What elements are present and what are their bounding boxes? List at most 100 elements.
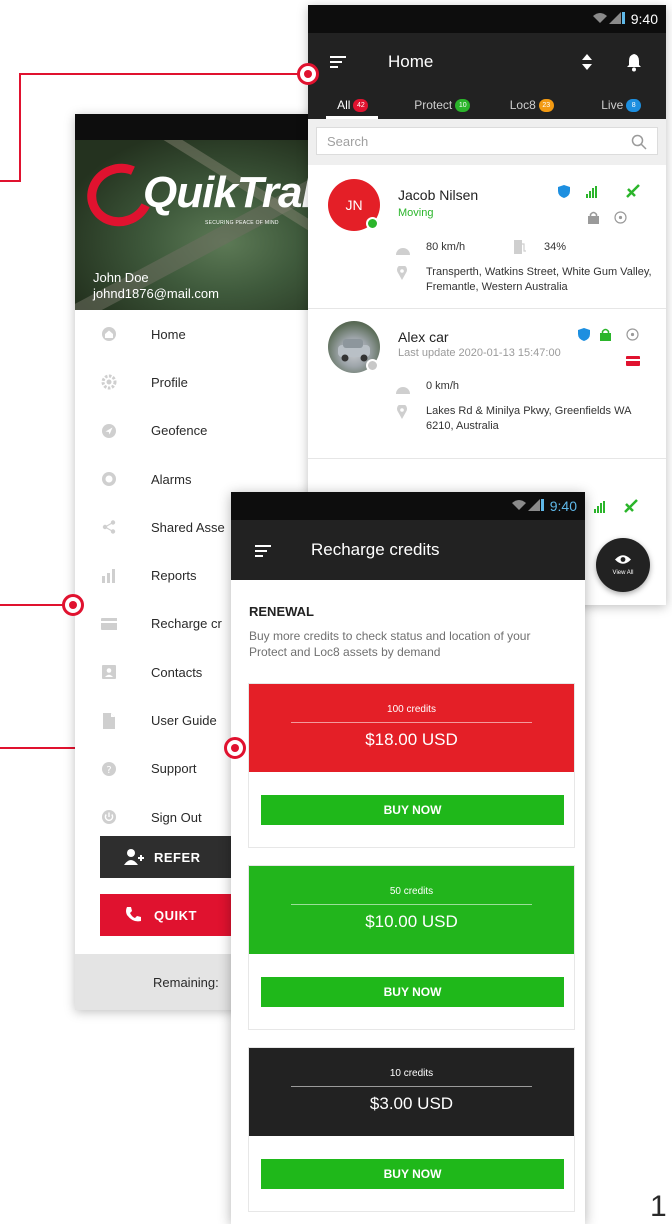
package-credits: 50 credits — [389, 886, 434, 897]
remaining-label: Remaining: — [153, 974, 219, 990]
tab-loc8[interactable]: Loc8 23 — [487, 91, 577, 119]
search-input[interactable] — [327, 133, 607, 149]
menu-item-home[interactable]: Home — [75, 310, 325, 358]
drawer-header: QuikTrak SECURING PEACE OF MIND John Doe… — [75, 140, 325, 310]
location-pin-icon — [397, 264, 409, 280]
svg-text:?: ? — [106, 765, 111, 776]
menu-label: Alarms — [151, 471, 192, 487]
document-icon — [101, 712, 117, 729]
buy-now-button[interactable]: BUY NOW — [261, 1159, 564, 1189]
menu-label: Home — [151, 326, 186, 342]
asset-status: Moving — [398, 207, 434, 219]
buy-now-button[interactable]: BUY NOW — [261, 795, 564, 825]
bell-icon[interactable] — [626, 52, 642, 77]
package-price: $18.00 USD — [365, 730, 458, 749]
wifi-signal-icon — [591, 11, 625, 28]
connector-line — [0, 180, 20, 182]
menu-icon[interactable] — [255, 544, 271, 562]
connector-dot — [297, 63, 319, 85]
avatar-initials: JN — [345, 197, 363, 213]
section-description: Buy more credits to check status and loc… — [249, 629, 531, 659]
status-time: 9:40 — [549, 498, 577, 514]
tab-protect[interactable]: Protect 10 — [398, 91, 488, 119]
credit-package-card: 50 credits $10.00 USD BUY NOW — [248, 865, 575, 1030]
menu-label: Support — [151, 761, 197, 777]
menu-label: User Guide — [151, 713, 217, 729]
lock-icon — [588, 211, 600, 224]
list-item[interactable]: Alex car Last update 2020-01-13 15:47:00… — [308, 309, 666, 459]
shield-icon — [558, 185, 570, 198]
menu-label: Profile — [151, 374, 188, 390]
satellite-icon — [624, 499, 638, 513]
battery-value: 34% — [544, 241, 567, 253]
menu-icon[interactable] — [330, 55, 346, 73]
target-icon — [614, 211, 627, 224]
eye-icon — [615, 552, 631, 570]
status-bar — [75, 114, 325, 140]
menu-label: Geofence — [151, 423, 208, 439]
count-badge: 23 — [538, 98, 554, 112]
status-bar: 9:40 — [308, 5, 666, 33]
signal-icon — [594, 500, 606, 513]
tab-live[interactable]: Live 8 — [577, 91, 667, 119]
package-credits: 10 credits — [389, 1068, 434, 1079]
menu-item-profile[interactable]: Profile — [75, 358, 325, 406]
refer-label: REFER — [154, 849, 201, 865]
menu-item-geofence[interactable]: Geofence — [75, 407, 325, 455]
divider — [291, 1086, 532, 1087]
search-box — [316, 127, 658, 155]
divider — [291, 904, 532, 905]
menu-label: Recharge cr — [151, 616, 222, 632]
speed-value: 80 km/h — [426, 241, 466, 253]
connector-line — [19, 73, 21, 182]
page-title: Recharge credits — [311, 540, 440, 559]
online-status-dot — [366, 217, 379, 230]
search-icon[interactable] — [631, 134, 647, 155]
alarm-icon — [101, 471, 117, 487]
page-number: 1 — [650, 1190, 667, 1223]
credit-package-card: 100 credits $18.00 USD BUY NOW — [248, 683, 575, 848]
help-icon: ? — [101, 761, 117, 777]
page-title: Home — [388, 52, 434, 71]
location-pin-icon — [397, 403, 409, 419]
section-heading: RENEWAL — [249, 604, 314, 619]
logo-tagline: SECURING PEACE OF MIND — [205, 220, 279, 226]
tab-label: Live — [601, 98, 624, 112]
tab-label: Protect — [414, 98, 453, 112]
gear-icon — [101, 374, 117, 390]
menu-label: Sign Out — [151, 809, 202, 825]
credit-package-card: 10 credits $3.00 USD BUY NOW — [248, 1047, 575, 1212]
recharge-toolbar: Recharge credits — [231, 520, 585, 580]
logo-text: QuikTrak — [143, 168, 325, 217]
share-icon — [101, 519, 117, 535]
divider — [291, 722, 532, 723]
status-time: 9:40 — [630, 11, 658, 27]
tab-all[interactable]: All 42 — [308, 91, 398, 119]
asset-tabs: All 42 Protect 10 Loc8 23 Live 8 — [308, 91, 666, 119]
package-header: 50 credits $10.00 USD — [249, 866, 574, 954]
target-icon — [626, 328, 639, 341]
connector-line — [19, 73, 307, 75]
asset-address: Lakes Rd & Minilya Pkwy, Greenfields WA … — [426, 405, 631, 432]
asset-name: Alex car — [398, 329, 449, 345]
menu-label: Contacts — [151, 664, 203, 680]
status-bar: 9:40 — [231, 492, 585, 520]
home-icon — [101, 326, 117, 342]
signal-icon — [586, 185, 598, 198]
lock-icon — [600, 328, 612, 341]
active-tab-indicator — [326, 116, 378, 119]
sort-icon[interactable] — [580, 52, 594, 77]
asset-status: Last update 2020-01-13 15:47:00 — [398, 347, 561, 359]
search-bar — [308, 119, 666, 165]
speed-value: 0 km/h — [426, 380, 460, 392]
count-badge: 10 — [455, 98, 471, 112]
package-credits: 100 credits — [387, 704, 436, 715]
list-item[interactable]: JN Jacob Nilsen Moving 80 km/h 34% Trans… — [308, 165, 666, 309]
count-badge: 42 — [353, 98, 369, 112]
buy-now-button[interactable]: BUY NOW — [261, 977, 564, 1007]
view-all-label: View All — [612, 570, 634, 576]
quiktrak-call-label: QUIKT — [154, 907, 197, 923]
view-all-button[interactable]: View All — [596, 538, 650, 592]
user-email: johnd1876@mail.com — [93, 286, 219, 301]
contact-icon — [101, 664, 117, 680]
